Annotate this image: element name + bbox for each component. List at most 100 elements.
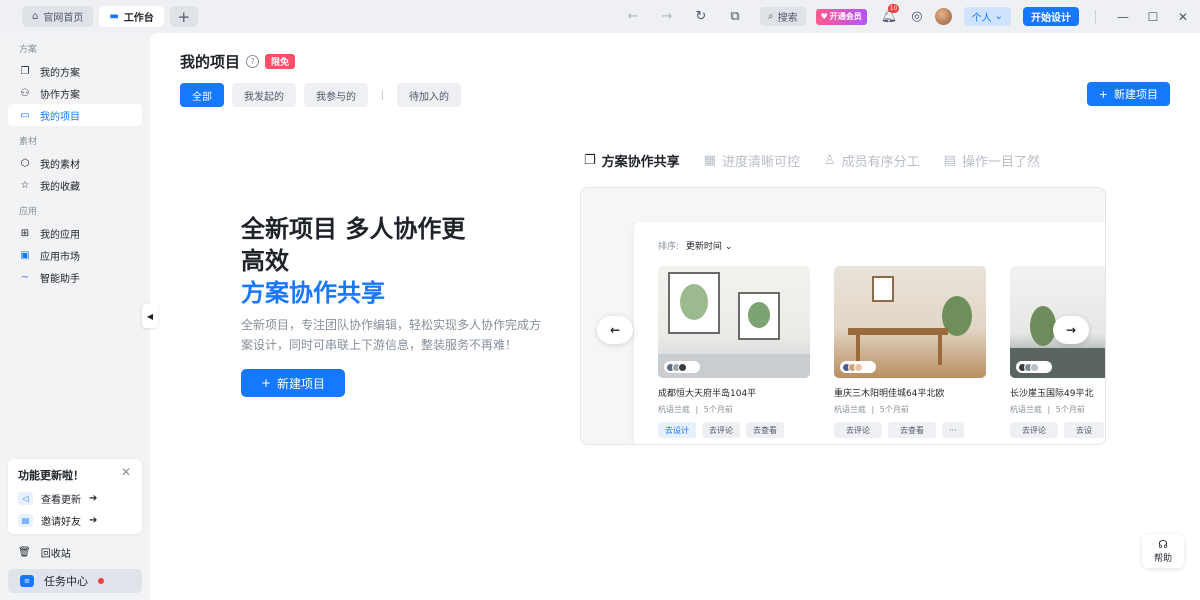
- chart-icon: ▦: [703, 153, 716, 168]
- help-button[interactable]: ☊ 帮助: [1142, 534, 1184, 568]
- project-filters: 全部 我发起的 我参与的 待加入的: [180, 83, 469, 107]
- tab-label: 官网首页: [43, 13, 84, 24]
- close-icon[interactable]: ✕: [121, 465, 131, 479]
- go-view-button[interactable]: 去查看: [888, 422, 936, 438]
- member-avatar: [1030, 362, 1039, 372]
- start-design-label: 开始设计: [1031, 13, 1071, 24]
- project-owner: 杭语兰庭: [834, 405, 866, 414]
- avatar[interactable]: [934, 8, 952, 25]
- grid-icon: ⊞: [20, 227, 30, 239]
- project-card-title: 长沙崖玉国际49平北: [1010, 389, 1094, 399]
- tab-workbench[interactable]: ▬ 工作台: [99, 6, 164, 27]
- limit-free-badge: 限免: [265, 54, 296, 69]
- feature-tab-operations[interactable]: ▤ 操作一目了然: [944, 151, 1040, 170]
- gift-icon: ▤: [18, 514, 33, 527]
- filter-all[interactable]: 全部: [180, 83, 224, 107]
- vip-icon: ♥: [820, 12, 828, 21]
- hero-headline-line2: 高效: [241, 247, 289, 275]
- search-button[interactable]: ⌕ 搜索: [759, 7, 806, 26]
- vip-button[interactable]: ♥ 开通会员: [815, 8, 867, 25]
- help-icon[interactable]: ?: [246, 55, 260, 68]
- maximize-icon[interactable]: ☐: [1140, 10, 1166, 24]
- feature-tab-sharing[interactable]: ❐ 方案协作共享: [584, 151, 680, 170]
- close-icon[interactable]: ✕: [1170, 10, 1196, 24]
- forward-icon[interactable]: →: [658, 9, 676, 24]
- task-center-button[interactable]: ≡ 任务中心: [8, 569, 142, 593]
- sidebar-section-label: 素材: [19, 137, 38, 147]
- tab-homepage[interactable]: ⌂ 官网首页: [22, 6, 94, 27]
- go-comment-button[interactable]: 去评论: [702, 422, 740, 438]
- project-thumbnail: [658, 266, 810, 378]
- sidebar-item-label: 我的项目: [40, 111, 80, 123]
- filter-initiated[interactable]: 我发起的: [232, 83, 296, 107]
- task-center-label: 任务中心: [44, 575, 88, 588]
- sidebar-item-my-plans[interactable]: ❐ 我的方案: [8, 60, 142, 82]
- copy-window-icon[interactable]: ⧉: [726, 9, 744, 24]
- filter-pending[interactable]: 待加入的: [397, 83, 461, 107]
- star-icon: ☆: [20, 179, 30, 191]
- new-project-button[interactable]: + 新建项目: [1086, 82, 1170, 106]
- sidebar-item-my-favorites[interactable]: ☆ 我的收藏: [8, 174, 142, 196]
- sidebar-item-ai-assistant[interactable]: ~ 智能助手: [8, 266, 142, 288]
- collapse-sidebar-button[interactable]: ◀: [142, 304, 158, 328]
- more-button[interactable]: ···: [942, 422, 964, 438]
- carousel-next-button[interactable]: →: [1053, 316, 1089, 344]
- tab-label: 工作台: [123, 13, 154, 24]
- minimize-icon[interactable]: —: [1110, 10, 1136, 24]
- trash-label: 回收站: [40, 549, 71, 560]
- sidebar-section-label: 方案: [19, 45, 38, 55]
- notification-button[interactable]: 🔔︎ 10: [881, 4, 900, 24]
- feature-tab-progress[interactable]: ▦ 进度清晰可控: [704, 151, 800, 170]
- carousel-prev-button[interactable]: ←: [597, 316, 633, 344]
- sidebar-item-my-projects[interactable]: ▭ 我的项目: [8, 104, 142, 126]
- copy-icon: ❐: [584, 153, 596, 168]
- search-icon: ⌕: [767, 11, 774, 22]
- feature-preview: 排序: 更新时间 ⌄ 成都恒大天府半岛104平 杭语兰庭 | 5个月前 去设计 …: [580, 187, 1106, 445]
- go-design-button[interactable]: 去设: [1064, 422, 1104, 438]
- project-card[interactable]: 成都恒大天府半岛104平 杭语兰庭 | 5个月前 去设计 去评论 去查看: [658, 266, 810, 438]
- sidebar-item-app-market[interactable]: ▣ 应用市场: [8, 244, 142, 266]
- go-comment-button[interactable]: 去评论: [1010, 422, 1058, 438]
- workspace-switcher[interactable]: 个人 ⌄: [963, 7, 1011, 26]
- update-notice-title: 功能更新啦！: [18, 469, 84, 482]
- folder-icon: ▭: [20, 109, 30, 121]
- sidebar-item-my-materials[interactable]: ⬡ 我的素材: [8, 152, 142, 174]
- project-card-meta: 杭语兰庭 | 5个月前: [1010, 405, 1085, 414]
- headset-icon: ☊: [1158, 537, 1168, 551]
- filter-participated[interactable]: 我参与的: [304, 83, 368, 107]
- sort-label: 排序:: [658, 242, 680, 252]
- member-avatars: [1016, 361, 1052, 373]
- feature-tab-members[interactable]: ♙ 成员有序分工: [824, 151, 920, 170]
- monitor-icon: ▬: [109, 11, 119, 22]
- invite-friends-link[interactable]: ▤ 邀请好友 ➔: [18, 513, 132, 528]
- sidebar-item-label: 我的方案: [40, 67, 80, 79]
- cube-icon: ⬡: [20, 157, 30, 169]
- start-design-button[interactable]: 开始设计: [1023, 7, 1079, 26]
- add-tab-button[interactable]: +: [169, 6, 198, 27]
- sidebar-item-collab-plans[interactable]: ⚇ 协作方案: [8, 82, 142, 104]
- project-card[interactable]: 重庆三木阳明佳城64平北欧 杭语兰庭 | 5个月前 去评论 去查看 ···: [834, 266, 986, 438]
- go-design-button[interactable]: 去设计: [658, 422, 696, 438]
- notification-count-badge: 10: [887, 4, 900, 13]
- project-owner: 杭语兰庭: [658, 405, 690, 414]
- refresh-icon[interactable]: ↻: [692, 9, 710, 24]
- sidebar-item-my-apps[interactable]: ⊞ 我的应用: [8, 222, 142, 244]
- go-comment-button[interactable]: 去评论: [834, 422, 882, 438]
- sidebar-item-trash[interactable]: 🗑︎ 回收站: [18, 545, 71, 560]
- project-card[interactable]: 长沙崖玉国际49平北 杭语兰庭 | 5个月前 去评论 去设: [1010, 266, 1105, 438]
- team-icon: ⚇: [20, 87, 30, 99]
- sidebar-item-label: 我的素材: [40, 159, 80, 171]
- hero-new-project-button[interactable]: + 新建项目: [241, 369, 345, 397]
- divider: [382, 90, 383, 100]
- settings-icon[interactable]: ◎: [911, 9, 922, 24]
- copy-icon: ❐: [20, 65, 30, 77]
- help-label: 帮助: [1153, 553, 1172, 564]
- go-view-button[interactable]: 去查看: [746, 422, 784, 438]
- feature-tabs: ❐ 方案协作共享 ▦ 进度清晰可控 ♙ 成员有序分工 ▤ 操作一目了然: [584, 151, 1040, 170]
- hero-highlight: 方案协作共享: [241, 279, 385, 307]
- member-avatar: [678, 362, 687, 372]
- update-notice-card: 功能更新啦！ ✕ ◁ 查看更新 ➔ ▤ 邀请好友 ➔: [8, 459, 142, 534]
- view-updates-link[interactable]: ◁ 查看更新 ➔: [18, 491, 132, 506]
- sort-control[interactable]: 排序: 更新时间 ⌄: [658, 239, 732, 252]
- back-icon[interactable]: ←: [624, 9, 642, 24]
